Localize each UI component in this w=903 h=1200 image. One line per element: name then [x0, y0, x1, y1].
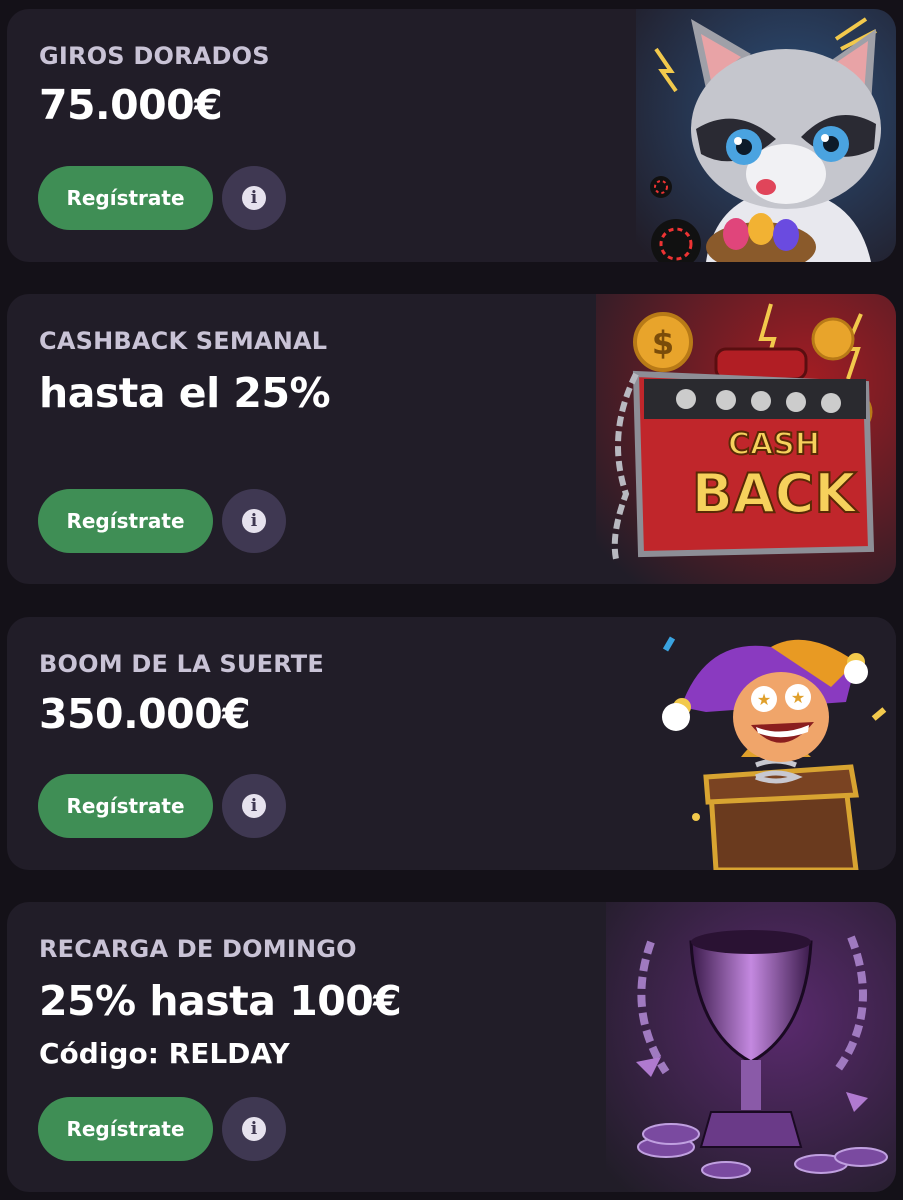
info-icon: i — [242, 794, 266, 818]
promo-amount: 75.000€ — [39, 81, 223, 129]
info-icon: i — [242, 1117, 266, 1141]
promo-card-recarga-de-domingo: RECARGA DE DOMINGO 25% hasta 100€ Código… — [7, 902, 896, 1192]
info-button[interactable]: i — [222, 489, 286, 553]
promo-amount: hasta el 25% — [39, 369, 331, 417]
info-button[interactable]: i — [222, 774, 286, 838]
register-button[interactable]: Regístrate — [38, 489, 213, 553]
promo-code: Código: RELDAY — [39, 1037, 290, 1070]
svg-text:★: ★ — [791, 688, 805, 707]
jester-box-illustration: ★ ★ — [646, 617, 896, 870]
register-button[interactable]: Regístrate — [38, 1097, 213, 1161]
promo-subtitle: GIROS DORADOS — [39, 42, 270, 70]
info-button[interactable]: i — [222, 166, 286, 230]
promo-subtitle: CASHBACK SEMANAL — [39, 327, 328, 355]
svg-text:$: $ — [652, 324, 674, 362]
promo-subtitle: RECARGA DE DOMINGO — [39, 935, 357, 963]
promo-amount: 350.000€ — [39, 690, 251, 738]
promo-subtitle: BOOM DE LA SUERTE — [39, 650, 324, 678]
info-icon: i — [242, 186, 266, 210]
info-icon: i — [242, 509, 266, 533]
back-art-text: BACK — [692, 462, 859, 525]
cashback-case-illustration: $ $ CASH BACK — [596, 294, 896, 584]
trophy-illustration — [606, 902, 896, 1192]
info-button[interactable]: i — [222, 1097, 286, 1161]
promo-amount: 25% hasta 100€ — [39, 977, 402, 1025]
svg-text:★: ★ — [757, 690, 771, 709]
raccoon-illustration — [636, 9, 896, 262]
promo-card-giros-dorados: GIROS DORADOS 75.000€ Regístrate i — [7, 9, 896, 262]
register-button[interactable]: Regístrate — [38, 774, 213, 838]
promo-card-boom-de-la-suerte: BOOM DE LA SUERTE 350.000€ Regístrate i … — [7, 617, 896, 870]
cash-art-text: CASH — [728, 427, 820, 462]
register-button[interactable]: Regístrate — [38, 166, 213, 230]
promo-card-cashback-semanal: CASHBACK SEMANAL hasta el 25% Regístrate… — [7, 294, 896, 584]
